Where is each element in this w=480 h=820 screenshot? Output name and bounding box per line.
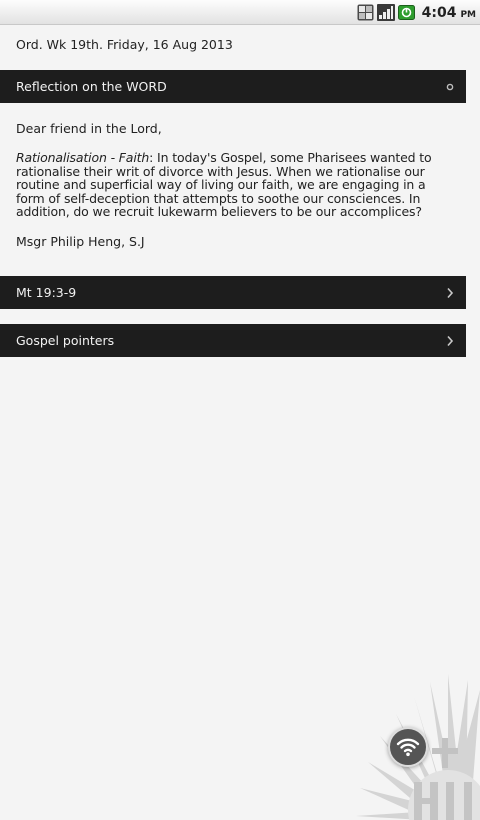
greeting: Dear friend in the Lord, [16,121,162,136]
author: Msgr Philip Heng, S.J [16,233,145,249]
status-bar: 4:04 PM [0,0,480,25]
section-title: Gospel pointers [16,333,115,348]
liturgical-date: Ord. Wk 19th. Friday, 16 Aug 2013 [16,37,233,52]
section-header-pointers[interactable]: Gospel pointers [0,324,466,357]
dot-indicator-icon [446,83,454,90]
status-icons: 4:04 PM [357,3,476,22]
chevron-right-icon [447,287,454,298]
status-ampm: PM [460,9,476,20]
reflection-text: Rationalisation - Faith: In today's Gosp… [16,151,456,219]
status-time: 4:04 [421,4,457,21]
chevron-right-icon [447,335,454,346]
wifi-icon [396,738,420,757]
section-title: Reflection on the WORD [16,79,167,94]
section-header-reading[interactable]: Mt 19:3-9 [0,276,466,309]
wifi-toggle-button[interactable] [388,727,428,767]
signal-strength-icon [376,4,395,21]
data-network-icon [357,4,374,21]
battery-charging-icon [397,5,415,20]
section-header-reflection[interactable]: Reflection on the WORD [0,70,466,103]
reflection-content: Dear friend in the Lord, Rationalisation… [16,121,456,249]
section-title: Mt 19:3-9 [16,285,77,300]
